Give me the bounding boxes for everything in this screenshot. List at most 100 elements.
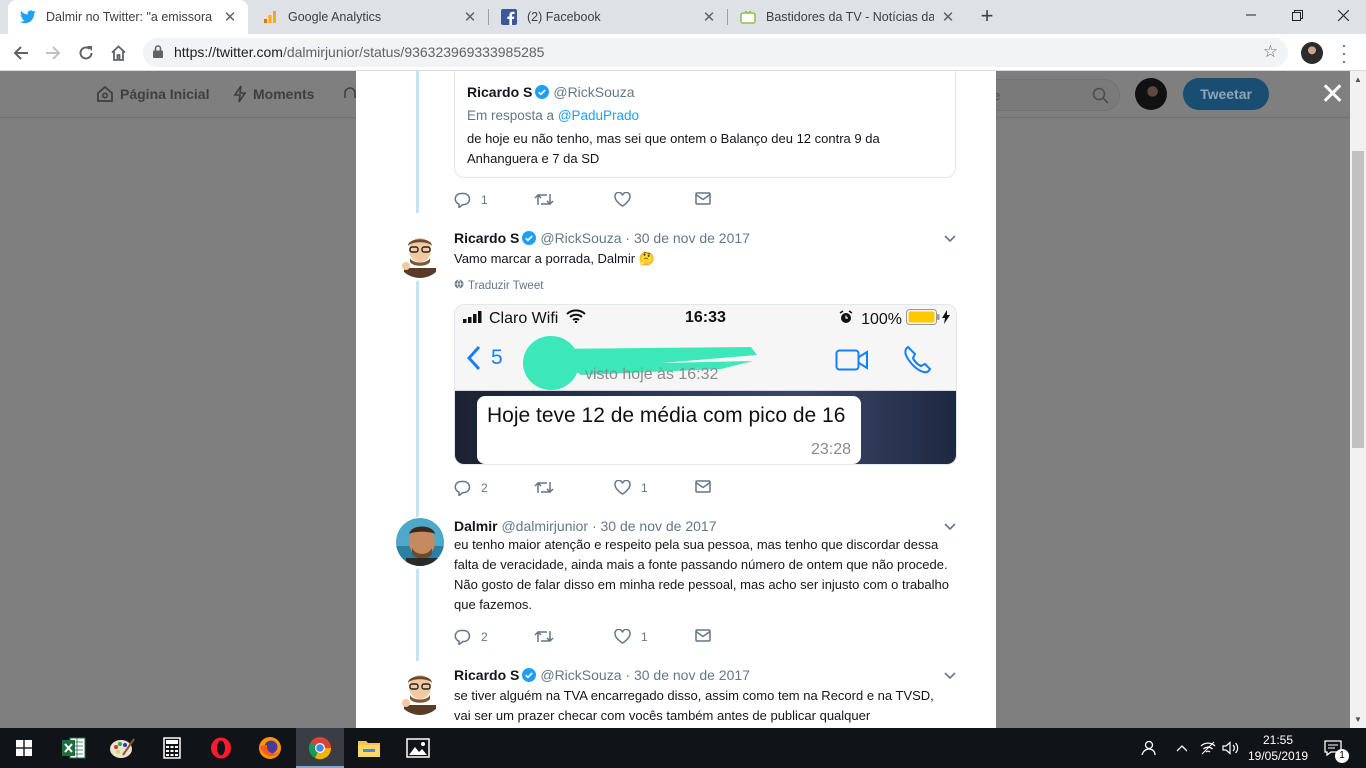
- avatar[interactable]: [396, 230, 444, 278]
- nav-home[interactable]: Página Inicial: [96, 85, 209, 103]
- message-bubble: Hoje teve 12 de média com pico de 16 23:…: [477, 396, 861, 464]
- like-button[interactable]: 1: [614, 480, 648, 495]
- direct-message-button[interactable]: [695, 629, 711, 642]
- reply-button[interactable]: 1: [454, 192, 488, 208]
- chat-header: 5 visto hoje às 16:32: [455, 331, 956, 391]
- reply-count: 2: [481, 481, 488, 495]
- taskbar-opera[interactable]: [197, 728, 245, 768]
- direct-message-button[interactable]: [695, 480, 711, 493]
- reply-button[interactable]: 2: [454, 629, 488, 645]
- tweet[interactable]: Ricardo S @RickSouza · 30 de nov de 2017 …: [396, 230, 956, 292]
- twitter-user-avatar[interactable]: [1135, 78, 1167, 110]
- chevron-down-icon[interactable]: [944, 520, 956, 534]
- retweet-button[interactable]: [534, 629, 554, 644]
- like-button[interactable]: [614, 192, 631, 207]
- paint-palette-icon: [110, 738, 135, 758]
- tweet-button[interactable]: Tweetar: [1183, 78, 1269, 110]
- chevron-up-icon[interactable]: [1172, 728, 1192, 768]
- reply-count: 1: [481, 193, 488, 207]
- tab-close-icon[interactable]: ✕: [462, 8, 478, 26]
- close-window-button[interactable]: [1320, 0, 1366, 30]
- video-call-icon: [835, 349, 869, 376]
- volume-icon[interactable]: [1220, 728, 1242, 768]
- tab-facebook[interactable]: (2) Facebook ✕: [489, 0, 727, 34]
- chevron-down-icon[interactable]: [944, 669, 956, 683]
- taskbar-calculator[interactable]: [148, 728, 196, 768]
- profile-avatar[interactable]: [1301, 42, 1323, 64]
- verified-badge-icon: [522, 231, 537, 248]
- people-icon[interactable]: [1137, 728, 1159, 768]
- close-modal-icon[interactable]: ✕: [1320, 80, 1345, 110]
- browser-toolbar: https://twitter.com/dalmirjunior/status/…: [0, 34, 1366, 71]
- nav-moments[interactable]: Moments: [233, 85, 314, 103]
- avatar[interactable]: [396, 667, 444, 715]
- taskbar-excel[interactable]: [50, 728, 98, 768]
- clock-date: 19/05/2019: [1248, 749, 1309, 763]
- home-button[interactable]: [104, 39, 132, 67]
- tab-close-icon[interactable]: ✕: [222, 8, 238, 26]
- bookmark-star-icon[interactable]: ☆: [1263, 42, 1278, 62]
- quoted-author-handle[interactable]: @RickSouza: [553, 84, 634, 100]
- minimize-button[interactable]: [1228, 0, 1274, 30]
- scroll-up-arrow-icon[interactable]: ▲: [1354, 75, 1362, 84]
- nav-moments-label: Moments: [253, 86, 315, 102]
- taskbar-chrome[interactable]: [296, 728, 344, 768]
- new-tab-button[interactable]: +: [976, 4, 998, 30]
- taskbar-photos[interactable]: [394, 728, 442, 768]
- tab-close-icon[interactable]: ✕: [940, 8, 956, 26]
- author-handle[interactable]: @dalmirjunior: [501, 518, 588, 534]
- chevron-down-icon[interactable]: [944, 232, 956, 246]
- start-button[interactable]: [0, 728, 48, 768]
- heart-icon: [614, 480, 631, 495]
- author-handle[interactable]: @RickSouza: [540, 230, 621, 246]
- tab-twitter[interactable]: Dalmir no Twitter: "a emissora te ✕: [8, 0, 248, 34]
- author-name[interactable]: Ricardo S: [454, 667, 519, 683]
- system-clock[interactable]: 21:55 19/05/2019: [1248, 732, 1308, 764]
- lightning-icon: [233, 85, 247, 103]
- author-name[interactable]: Dalmir: [454, 518, 498, 534]
- retweet-button[interactable]: [534, 192, 554, 207]
- reply-button[interactable]: 2: [454, 480, 488, 496]
- taskbar-firefox[interactable]: [246, 728, 294, 768]
- translate-tweet-link[interactable]: Traduzir Tweet: [454, 279, 954, 292]
- lock-icon[interactable]: [153, 45, 163, 63]
- quoted-tweet-card[interactable]: Ricardo S @RickSouza Em resposta a @PaduP…: [454, 71, 956, 178]
- tab-close-icon[interactable]: ✕: [701, 8, 717, 26]
- author-name[interactable]: Ricardo S: [454, 230, 519, 246]
- tweet-media-image[interactable]: Claro Wifi 16:33 100% 5 visto hoje às 16…: [454, 304, 957, 465]
- tweet-date[interactable]: · 30 de nov de 2017: [625, 667, 750, 683]
- page-scrollbar[interactable]: ▲ ▼: [1350, 71, 1366, 728]
- taskbar-file-explorer[interactable]: [345, 728, 393, 768]
- tweet[interactable]: Dalmir @dalmirjunior · 30 de nov de 2017…: [396, 518, 956, 618]
- reply-icon: [454, 192, 471, 208]
- restore-button[interactable]: [1274, 0, 1320, 30]
- phone-call-icon: [902, 345, 932, 380]
- like-button[interactable]: 1: [614, 629, 648, 644]
- author-handle[interactable]: @RickSouza: [540, 667, 621, 683]
- scroll-down-arrow-icon[interactable]: ▼: [1354, 715, 1362, 724]
- reply-to-line: Em resposta a @PaduPrado: [467, 108, 943, 123]
- reply-to-link[interactable]: @PaduPrado: [558, 108, 639, 123]
- direct-message-button[interactable]: [695, 192, 711, 205]
- menu-kebab-icon[interactable]: · · ·: [1336, 36, 1352, 70]
- retweet-icon: [534, 481, 554, 494]
- quoted-tweet-text: de hoje eu não tenho, mas sei que ontem …: [467, 131, 880, 166]
- scrollbar-thumb[interactable]: [1352, 151, 1364, 448]
- retweet-button[interactable]: [534, 480, 554, 495]
- tweet-text: Vamo marcar a porrada, Dalmir 🤔: [454, 251, 655, 266]
- tab-google-analytics[interactable]: Google Analytics ✕: [250, 0, 488, 34]
- search-icon[interactable]: [1092, 87, 1109, 109]
- back-button[interactable]: [7, 39, 35, 67]
- tweet-date[interactable]: · 30 de nov de 2017: [592, 518, 717, 534]
- avatar[interactable]: [396, 518, 444, 566]
- tab-bastidores[interactable]: Bastidores da TV - Notícias da TV ✕: [728, 0, 966, 34]
- network-icon[interactable]: [1198, 728, 1218, 768]
- reload-button[interactable]: [72, 39, 100, 67]
- tweet-date[interactable]: · 30 de nov de 2017: [625, 230, 750, 246]
- bell-icon: [343, 85, 357, 103]
- quoted-author-name[interactable]: Ricardo S: [467, 84, 532, 100]
- forward-button[interactable]: [39, 39, 67, 67]
- address-bar[interactable]: https://twitter.com/dalmirjunior/status/…: [143, 38, 1288, 67]
- taskbar-paint[interactable]: [98, 728, 146, 768]
- tweet[interactable]: Ricardo S @RickSouza · 30 de nov de 2017 …: [396, 667, 956, 728]
